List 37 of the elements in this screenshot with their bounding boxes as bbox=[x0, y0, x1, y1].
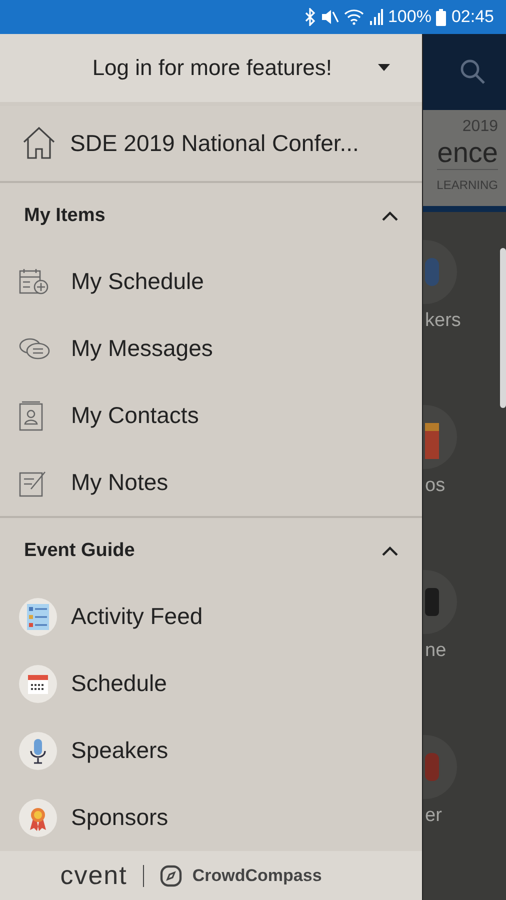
cvent-logo: cvent bbox=[60, 860, 128, 891]
menu-item[interactable]: Sponsors bbox=[0, 784, 422, 852]
event-home-item[interactable]: SDE 2019 National Confer... bbox=[0, 106, 422, 184]
tile-label: kers bbox=[424, 310, 462, 332]
battery-percent: 100% bbox=[388, 7, 432, 27]
calendar-icon bbox=[19, 664, 57, 703]
compass-logo-icon bbox=[160, 864, 182, 886]
mute-icon bbox=[320, 9, 339, 25]
menu-item[interactable]: My Contacts bbox=[0, 382, 422, 450]
crowdcompass-logo: CrowdCompass bbox=[192, 866, 322, 886]
menu-item[interactable]: My Messages bbox=[0, 315, 422, 382]
contact-card-icon bbox=[19, 400, 43, 431]
bluetooth-icon bbox=[304, 8, 316, 26]
login-prompt: Log in for more features! bbox=[92, 54, 332, 81]
signal-icon bbox=[368, 9, 383, 25]
dropdown-icon bbox=[378, 64, 390, 72]
section-header[interactable]: Event Guide bbox=[0, 518, 422, 584]
menu-item[interactable]: My Notes bbox=[0, 449, 422, 516]
tile-label: os bbox=[424, 475, 446, 497]
clock: 02:45 bbox=[451, 7, 494, 27]
search-icon[interactable] bbox=[460, 58, 486, 85]
tile-label: er bbox=[424, 805, 443, 827]
calendar-plus-icon bbox=[19, 268, 49, 296]
microphone-icon bbox=[19, 732, 57, 770]
section-header[interactable]: My Items bbox=[0, 183, 422, 248]
activity-feed-icon bbox=[19, 598, 57, 636]
wifi-icon bbox=[344, 9, 364, 25]
menu-item[interactable]: My Schedule bbox=[0, 248, 422, 316]
home-icon bbox=[22, 126, 56, 160]
menu-item[interactable]: Speakers bbox=[0, 717, 422, 784]
tile-label: ne bbox=[424, 640, 448, 662]
battery-icon bbox=[436, 8, 446, 26]
chat-bubbles-icon bbox=[19, 336, 51, 362]
menu-item[interactable]: Schedule bbox=[0, 650, 422, 718]
award-ribbon-icon bbox=[19, 798, 57, 837]
banner-title: ence bbox=[437, 136, 498, 170]
menu-item[interactable]: Activity Feed bbox=[0, 583, 422, 650]
